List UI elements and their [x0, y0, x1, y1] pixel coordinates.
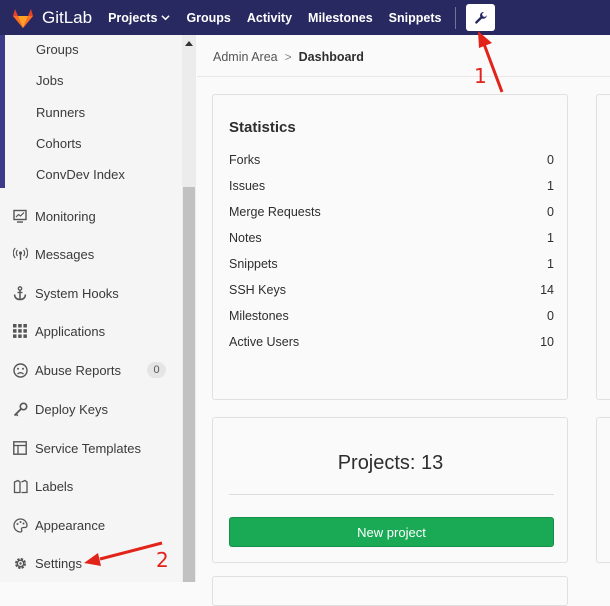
annotation-arrows [84, 31, 504, 566]
annotation-arrow-2 [84, 541, 163, 566]
annotation-number-1: 1 [474, 64, 487, 88]
annotation-number-2: 2 [156, 548, 169, 572]
